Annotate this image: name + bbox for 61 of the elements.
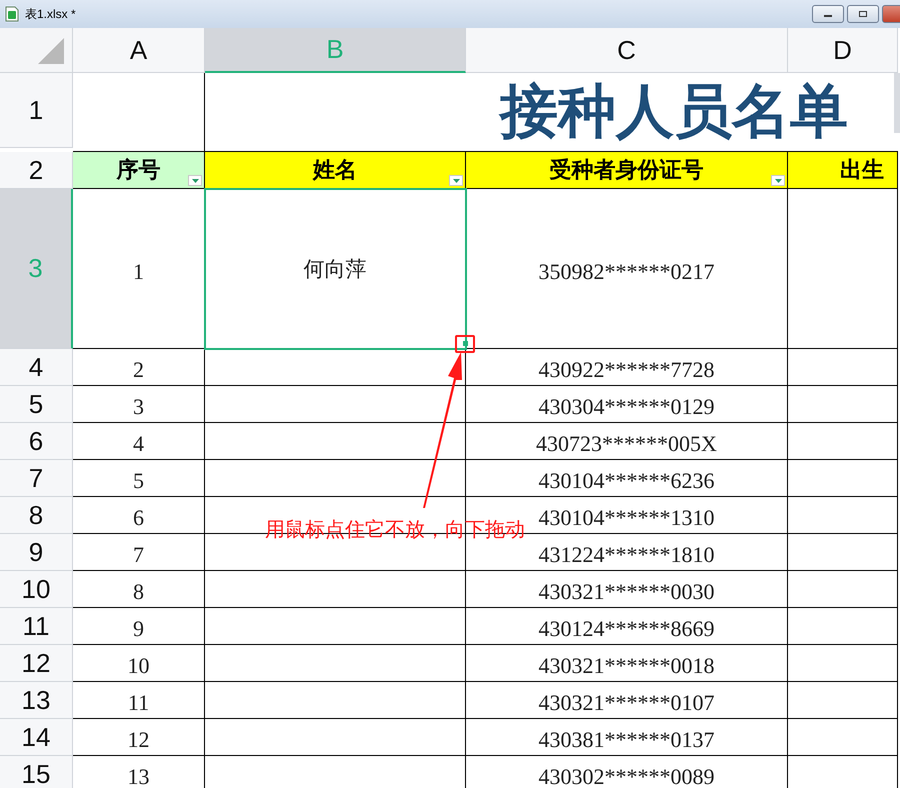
table-cell: 1 <box>73 189 205 349</box>
dropdown-icon <box>192 178 198 182</box>
table-cell: 350982******0217 <box>466 189 788 349</box>
table-cell: 10 <box>73 645 205 682</box>
filter-button[interactable] <box>449 175 463 186</box>
filter-button[interactable] <box>771 175 785 186</box>
select-all-button[interactable] <box>0 28 73 73</box>
table-cell: 11 <box>73 682 205 719</box>
column-header[interactable]: C <box>466 28 788 73</box>
table-cell: 430381******0137 <box>466 719 788 756</box>
table-cell: 430104******6236 <box>466 460 788 497</box>
row-header[interactable]: 12 <box>0 645 73 682</box>
table-cell: 何向萍 <box>205 189 466 349</box>
dropdown-icon <box>774 178 782 182</box>
table-cell: 5 <box>73 460 205 497</box>
table-cell: 6 <box>73 497 205 534</box>
table-cell: 430321******0018 <box>466 645 788 682</box>
column-heading: 出生 <box>788 152 898 189</box>
table-cell: 2 <box>73 349 205 386</box>
scrollbar[interactable] <box>894 73 900 133</box>
table-cell: 430321******0030 <box>466 571 788 608</box>
row-header[interactable]: 2 <box>0 152 73 189</box>
table-cell: 9 <box>73 608 205 645</box>
row-header[interactable]: 10 <box>0 571 73 608</box>
column-heading: 姓名 <box>205 152 466 189</box>
column-header[interactable]: D <box>788 28 898 73</box>
minimize-button[interactable] <box>812 5 844 23</box>
row-header[interactable]: 11 <box>0 608 73 645</box>
table-cell: 430321******0107 <box>466 682 788 719</box>
spreadsheet-icon <box>5 6 19 22</box>
row-header[interactable]: 8 <box>0 497 73 534</box>
table-cell: 4 <box>73 423 205 460</box>
row-header[interactable]: 15 <box>0 756 73 788</box>
table-cell: 430304******0129 <box>466 386 788 423</box>
table-cell: 430124******8669 <box>466 608 788 645</box>
triangle-icon <box>38 38 64 64</box>
table-cell: 430302******0089 <box>466 756 788 788</box>
maximize-icon <box>858 10 868 18</box>
column-header[interactable]: A <box>73 28 205 73</box>
column-heading: 受种者身份证号 <box>466 152 788 189</box>
row-header[interactable]: 13 <box>0 682 73 719</box>
table-cell: 13 <box>73 756 205 788</box>
window-title: 表1.xlsx * <box>25 6 76 22</box>
table-cell: 8 <box>73 571 205 608</box>
row-header[interactable]: 1 <box>0 73 73 148</box>
dropdown-icon <box>452 178 460 182</box>
row-header[interactable]: 6 <box>0 423 73 460</box>
row-header[interactable]: 9 <box>0 534 73 571</box>
table-cell: 430922******7728 <box>466 349 788 386</box>
row-header[interactable]: 7 <box>0 460 73 497</box>
row-header[interactable]: 14 <box>0 719 73 756</box>
row-header[interactable]: 5 <box>0 386 73 423</box>
fill-handle[interactable] <box>455 335 475 353</box>
table-cell: 7 <box>73 534 205 571</box>
column-heading: 序号 <box>73 152 205 189</box>
table-cell: 12 <box>73 719 205 756</box>
table-cell: 3 <box>73 386 205 423</box>
row-header[interactable]: 4 <box>0 349 73 386</box>
filter-button[interactable] <box>188 175 202 186</box>
maximize-button[interactable] <box>847 5 879 23</box>
table-cell: 430723******005X <box>466 423 788 460</box>
